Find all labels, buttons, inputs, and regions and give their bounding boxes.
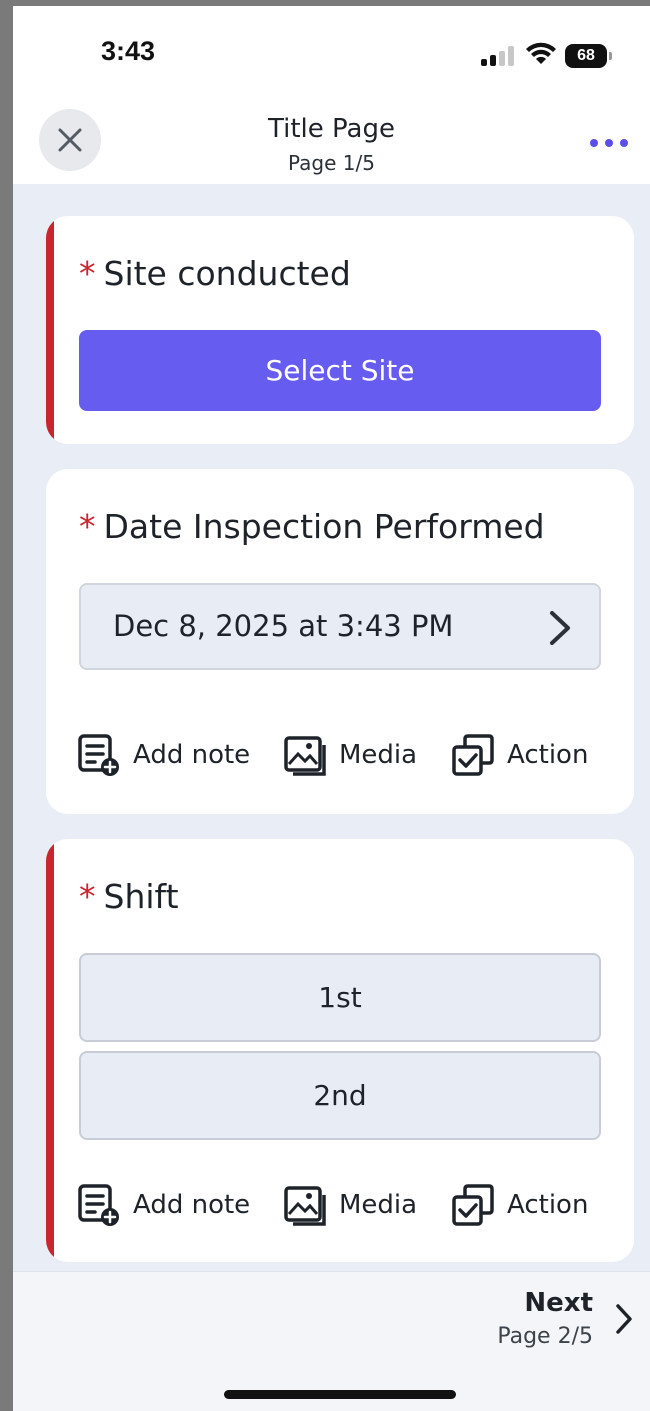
page-title: Title Page (268, 114, 395, 144)
more-options-icon[interactable] (590, 128, 634, 158)
media-label: Media (339, 1190, 418, 1220)
action-icon (452, 734, 494, 776)
home-indicator (224, 1390, 456, 1399)
question-label: * Shift (79, 877, 179, 916)
question-text: Site conducted (103, 254, 351, 293)
wifi-icon (526, 42, 556, 64)
question-card-shift: * Shift 1st 2nd Add note Media Action (46, 839, 634, 1262)
media-label: Media (339, 740, 418, 770)
required-marker: * (79, 877, 96, 916)
select-site-button[interactable]: Select Site (79, 330, 601, 411)
question-card-date: * Date Inspection Performed Dec 8, 2025 a… (46, 469, 634, 814)
top-area: 3:43 68 Title Page Page 1/5 (13, 6, 650, 184)
add-note-icon (78, 1184, 119, 1226)
question-label: * Date Inspection Performed (79, 507, 545, 546)
question-card-site: * Site conducted Select Site (46, 216, 634, 444)
question-text: Date Inspection Performed (103, 507, 545, 546)
shift-option-1st[interactable]: 1st (79, 953, 601, 1042)
media-icon (284, 1186, 326, 1226)
status-time: 3:43 (101, 36, 156, 66)
question-actions: Add note Media Action (77, 1181, 617, 1229)
app-screen: 3:43 68 Title Page Page 1/5 * Site conduc… (13, 6, 650, 1411)
required-marker: * (79, 507, 96, 546)
required-marker: * (79, 254, 96, 293)
action-button[interactable]: Action (451, 1181, 588, 1229)
action-label: Action (507, 740, 589, 770)
action-icon (452, 1184, 494, 1226)
add-note-label: Add note (133, 1190, 251, 1220)
add-note-label: Add note (133, 740, 251, 770)
action-button[interactable]: Action (451, 731, 588, 779)
next-page-indicator: Page 2/5 (497, 1324, 593, 1349)
shift-option-2nd[interactable]: 2nd (79, 1051, 601, 1140)
question-label: * Site conducted (79, 254, 351, 293)
battery-icon: 68 (565, 44, 612, 68)
media-button[interactable]: Media (283, 731, 417, 779)
date-time-picker[interactable]: Dec 8, 2025 at 3:43 PM (79, 583, 601, 670)
add-note-button[interactable]: Add note (77, 1181, 250, 1229)
media-icon (284, 736, 326, 776)
question-actions: Add note Media Action (77, 731, 617, 779)
add-note-icon (78, 734, 119, 776)
next-label: Next (524, 1288, 593, 1318)
media-button[interactable]: Media (283, 1181, 417, 1229)
date-value: Dec 8, 2025 at 3:43 PM (113, 609, 454, 643)
page-indicator: Page 1/5 (288, 151, 375, 175)
add-note-button[interactable]: Add note (77, 731, 250, 779)
question-text: Shift (103, 877, 179, 916)
chevron-right-icon (550, 611, 570, 645)
action-label: Action (507, 1190, 589, 1220)
cellular-signal-icon (481, 46, 515, 66)
chevron-right-icon (616, 1304, 632, 1334)
